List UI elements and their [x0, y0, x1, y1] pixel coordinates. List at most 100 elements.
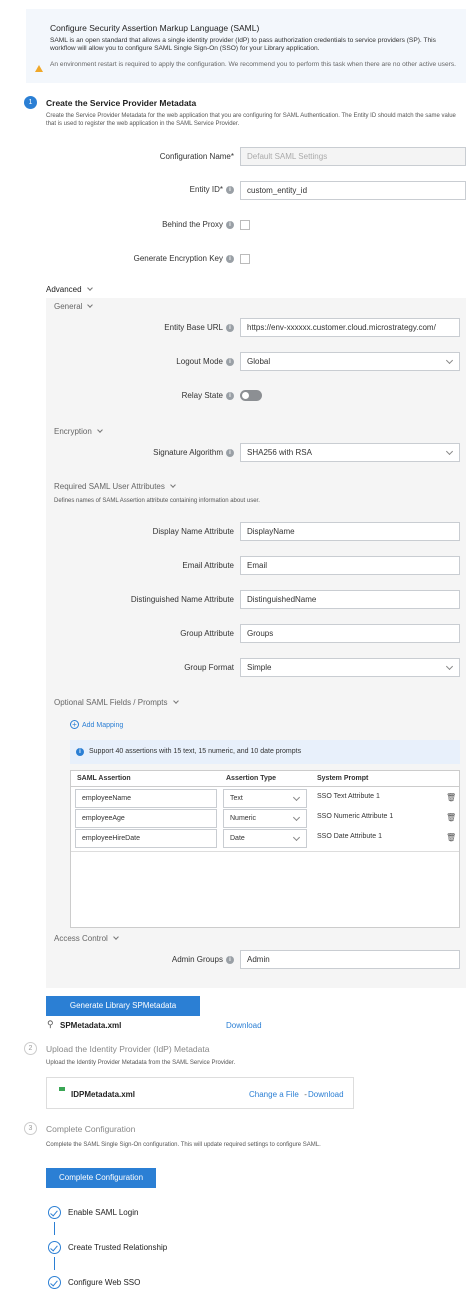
- distinguished-name-attr-label: Distinguished Name Attribute: [130, 595, 234, 604]
- checklist-configure-web-sso: Configure Web SSO: [68, 1278, 141, 1287]
- warning-icon: [35, 65, 43, 72]
- entity-base-url-input[interactable]: https://env-xxxxxx.customer.cloud.micros…: [240, 318, 460, 337]
- chevron-down-icon: [445, 662, 454, 671]
- general-group-toggle[interactable]: General: [54, 302, 94, 311]
- entity-base-url-label: Entity Base URL i: [164, 323, 234, 332]
- required-attrs-group-toggle[interactable]: Required SAML User Attributes: [54, 482, 176, 491]
- encryption-group-toggle[interactable]: Encryption: [54, 427, 103, 436]
- plus-circle-icon: +: [70, 720, 79, 729]
- signature-algorithm-value: SHA256 with RSA: [247, 448, 312, 457]
- gen-enc-key-checkbox[interactable]: [240, 254, 250, 264]
- complete-configuration-button[interactable]: Complete Configuration: [46, 1168, 156, 1188]
- row-2-assertion-input[interactable]: employeeAge: [75, 809, 217, 828]
- chevron-down-icon: [96, 427, 103, 433]
- checklist-enable-saml-login: Enable SAML Login: [68, 1208, 139, 1217]
- admin-groups-label-text: Admin Groups: [171, 955, 223, 964]
- step-1-description: Create the Service Provider Metadata for…: [46, 113, 456, 127]
- info-icon[interactable]: i: [226, 186, 234, 194]
- intro-banner: Configure Security Assertion Markup Lang…: [26, 9, 466, 83]
- distinguished-name-attr-input[interactable]: DistinguishedName: [240, 590, 460, 609]
- group-format-select[interactable]: Simple: [240, 658, 460, 677]
- idp-metadata-upload-box: IDPMetadata.xml Change a File - Download: [46, 1077, 354, 1109]
- admin-groups-label: Admin Groups i: [172, 955, 234, 964]
- step-3-title: Complete Configuration: [46, 1124, 136, 1134]
- trash-icon[interactable]: 🗑: [446, 793, 456, 802]
- group-format-value: Simple: [247, 663, 272, 672]
- advanced-toggle[interactable]: Advanced: [46, 285, 93, 294]
- entity-base-url-label-text: Entity Base URL: [164, 323, 223, 332]
- chevron-down-icon: [445, 356, 454, 365]
- relay-state-toggle[interactable]: [240, 390, 262, 401]
- row-2-type-select[interactable]: Numeric: [223, 809, 307, 828]
- logout-mode-select[interactable]: Global: [240, 352, 460, 371]
- chevron-down-icon: [86, 285, 93, 291]
- table-rows-divider: [71, 851, 459, 852]
- optional-fields-group-toggle[interactable]: Optional SAML Fields / Prompts: [54, 698, 179, 707]
- admin-groups-input[interactable]: Admin: [240, 950, 460, 969]
- step-3-description: Complete the SAML Single Sign-On configu…: [46, 1142, 321, 1148]
- add-mapping-button[interactable]: + Add Mapping: [70, 720, 123, 729]
- access-control-group-toggle[interactable]: Access Control: [54, 934, 119, 943]
- required-attrs-label: Required SAML User Attributes: [54, 482, 165, 491]
- signature-algorithm-label: Signature Algorithm i: [153, 448, 234, 457]
- info-icon: i: [76, 748, 84, 756]
- change-file-link[interactable]: Change a File: [249, 1090, 299, 1099]
- entity-id-input[interactable]: custom_entity_id: [240, 181, 466, 200]
- idp-metadata-file-name: IDPMetadata.xml: [71, 1090, 136, 1099]
- logout-mode-label-text: Logout Mode: [176, 357, 223, 366]
- generate-sp-metadata-button[interactable]: Generate Library SPMetadata: [46, 996, 200, 1016]
- chevron-down-icon: [292, 793, 301, 802]
- row-3-system-prompt: SSO Date Attribute 1: [317, 833, 382, 840]
- display-name-attr-input[interactable]: DisplayName: [240, 522, 460, 541]
- behind-proxy-label: Behind the Proxy i: [162, 220, 234, 229]
- col-header-saml-assertion: SAML Assertion: [77, 775, 131, 782]
- sp-metadata-file-name: SPMetadata.xml: [60, 1021, 122, 1030]
- info-icon[interactable]: i: [226, 449, 234, 457]
- signature-algorithm-select[interactable]: SHA256 with RSA: [240, 443, 460, 462]
- row-3-assertion-input[interactable]: employeeHireDate: [75, 829, 217, 848]
- paperclip-icon: ⚲: [47, 1019, 54, 1029]
- config-name-label: Configuration Name*: [159, 152, 234, 161]
- general-label: General: [54, 302, 83, 311]
- row-3-type-select[interactable]: Date: [223, 829, 307, 848]
- info-icon[interactable]: i: [226, 358, 234, 366]
- logout-mode-value: Global: [247, 357, 271, 366]
- banner-title: Configure Security Assertion Markup Lang…: [50, 23, 260, 33]
- trash-icon[interactable]: 🗑: [446, 813, 456, 822]
- behind-proxy-checkbox[interactable]: [240, 220, 250, 230]
- email-attr-label: Email Attribute: [182, 561, 234, 570]
- info-icon[interactable]: i: [226, 956, 234, 964]
- assertion-support-note-text: Support 40 assertions with 15 text, 15 n…: [89, 748, 302, 755]
- row-2-system-prompt: SSO Numeric Attribute 1: [317, 813, 394, 820]
- group-attr-input[interactable]: Groups: [240, 624, 460, 643]
- step-2-title: Upload the Identity Provider (IdP) Metad…: [46, 1044, 210, 1054]
- check-circle-icon: [48, 1206, 61, 1219]
- info-icon[interactable]: i: [226, 255, 234, 263]
- checklist-create-trusted-relationship: Create Trusted Relationship: [68, 1243, 168, 1252]
- row-3-type-value: Date: [230, 835, 245, 842]
- row-1-type-select[interactable]: Text: [223, 789, 307, 808]
- config-name-input[interactable]: Default SAML Settings: [240, 147, 466, 166]
- info-icon[interactable]: i: [226, 324, 234, 332]
- info-icon[interactable]: i: [226, 221, 234, 229]
- idp-metadata-download-link[interactable]: Download: [308, 1090, 344, 1099]
- step-1-number: 1: [24, 96, 37, 109]
- step-1-title: Create the Service Provider Metadata: [46, 98, 197, 108]
- row-1-system-prompt: SSO Text Attribute 1: [317, 793, 380, 800]
- advanced-label: Advanced: [46, 285, 82, 294]
- info-icon[interactable]: i: [226, 392, 234, 400]
- step-2-number: 2: [24, 1042, 37, 1055]
- step-3-number: 3: [24, 1122, 37, 1135]
- group-attr-label: Group Attribute: [180, 629, 234, 638]
- group-format-label: Group Format: [184, 663, 234, 672]
- required-attrs-description: Defines names of SAML Assertion attribut…: [54, 498, 260, 504]
- relay-state-label: Relay State i: [182, 391, 234, 400]
- email-attr-input[interactable]: Email: [240, 556, 460, 575]
- sp-metadata-download-link[interactable]: Download: [226, 1021, 262, 1030]
- behind-proxy-label-text: Behind the Proxy: [162, 220, 223, 229]
- chevron-down-icon: [292, 813, 301, 822]
- assertion-table: SAML Assertion Assertion Type System Pro…: [70, 770, 460, 928]
- chevron-down-icon: [172, 698, 179, 704]
- trash-icon[interactable]: 🗑: [446, 833, 456, 842]
- row-1-assertion-input[interactable]: employeeName: [75, 789, 217, 808]
